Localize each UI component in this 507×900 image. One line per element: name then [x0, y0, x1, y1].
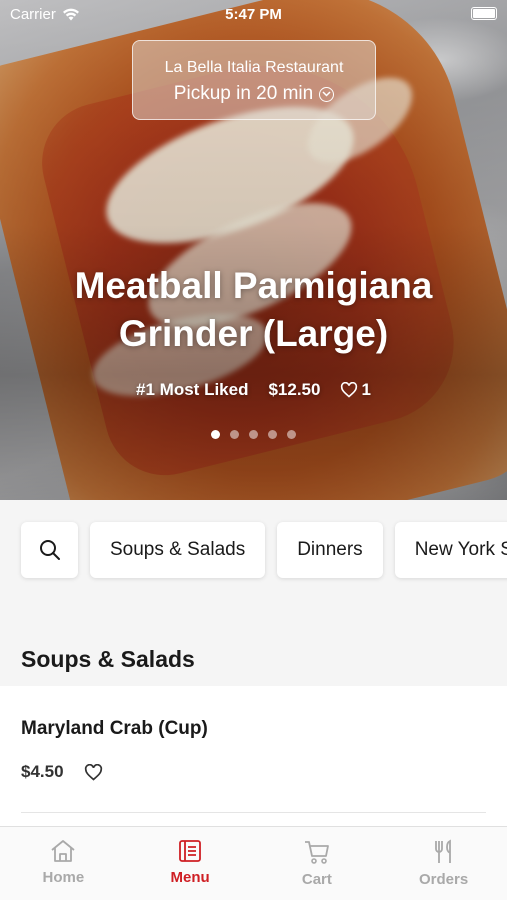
- tab-home[interactable]: Home: [0, 827, 127, 900]
- battery-icon: [471, 7, 497, 20]
- likes-count: 1: [361, 380, 371, 399]
- search-icon: [39, 540, 60, 560]
- featured-item-likes[interactable]: 1: [340, 380, 371, 400]
- tab-orders-label: Orders: [419, 871, 469, 888]
- tab-cart-label: Cart: [301, 871, 332, 888]
- featured-item-title-line1: Meatball Parmigiana: [74, 265, 433, 306]
- status-bar: Carrier 5:47 PM: [0, 0, 507, 28]
- menu-item-price: $4.50: [21, 762, 64, 781]
- most-liked-badge: #1 Most Liked: [136, 380, 249, 399]
- chevron-down-icon: [319, 86, 335, 102]
- carousel-dot[interactable]: [287, 430, 296, 439]
- heart-icon[interactable]: [84, 763, 103, 781]
- carousel-indicator[interactable]: [0, 430, 507, 439]
- carousel-dot[interactable]: [268, 430, 277, 439]
- category-row: Soups & Salads Dinners New York Style Pi…: [21, 522, 507, 578]
- category-chip-new-york-style-pizza[interactable]: New York Style Pizza: [394, 522, 507, 578]
- carousel-dot[interactable]: [230, 430, 239, 439]
- store-pickup-selector[interactable]: La Bella Italia Restaurant Pickup in 20 …: [132, 40, 376, 120]
- tab-cart[interactable]: Cart: [254, 827, 381, 900]
- menu-icon: [179, 840, 202, 862]
- orders-icon: [434, 839, 451, 863]
- carousel-dot[interactable]: [249, 430, 258, 439]
- menu-item-name: Maryland Crab (Cup): [21, 718, 208, 739]
- menu-item[interactable]: Maryland Crab (Cup) $4.50: [0, 686, 507, 826]
- divider: [21, 812, 486, 813]
- category-chip-soups-salads[interactable]: Soups & Salads: [90, 522, 266, 578]
- featured-item-title-line2: Grinder (Large): [118, 313, 389, 354]
- section-title: Soups & Salads: [21, 646, 195, 672]
- heart-icon: [341, 382, 358, 398]
- home-icon: [51, 840, 75, 862]
- hero-banner[interactable]: Carrier 5:47 PM La Bella Italia Restaura…: [0, 0, 507, 500]
- clock: 5:47 PM: [225, 6, 282, 23]
- cart-icon: [304, 841, 329, 864]
- tab-menu[interactable]: Menu: [127, 827, 254, 900]
- featured-item-meta: #1 Most Liked $12.50 1: [0, 380, 507, 400]
- pickup-label: Pickup in 20 min: [173, 83, 314, 104]
- featured-item-price: $12.50: [268, 380, 321, 399]
- category-chip-dinners[interactable]: Dinners: [277, 522, 383, 578]
- tab-orders[interactable]: Orders: [380, 827, 507, 900]
- search-button[interactable]: [21, 522, 78, 578]
- carousel-dot[interactable]: [211, 430, 220, 439]
- tab-menu-label: Menu: [170, 869, 210, 886]
- featured-item-title: Meatball Parmigiana Grinder (Large): [0, 262, 507, 358]
- restaurant-name: La Bella Italia Restaurant: [164, 59, 344, 76]
- pickup-time: Pickup in 20 min: [133, 83, 375, 105]
- tab-bar: Home Menu Cart Orders: [0, 826, 507, 900]
- category-bar[interactable]: Soups & Salads Dinners New York Style Pi…: [0, 500, 507, 604]
- menu-item-price-row: $4.50: [21, 762, 103, 782]
- tab-home-label: Home: [42, 869, 85, 886]
